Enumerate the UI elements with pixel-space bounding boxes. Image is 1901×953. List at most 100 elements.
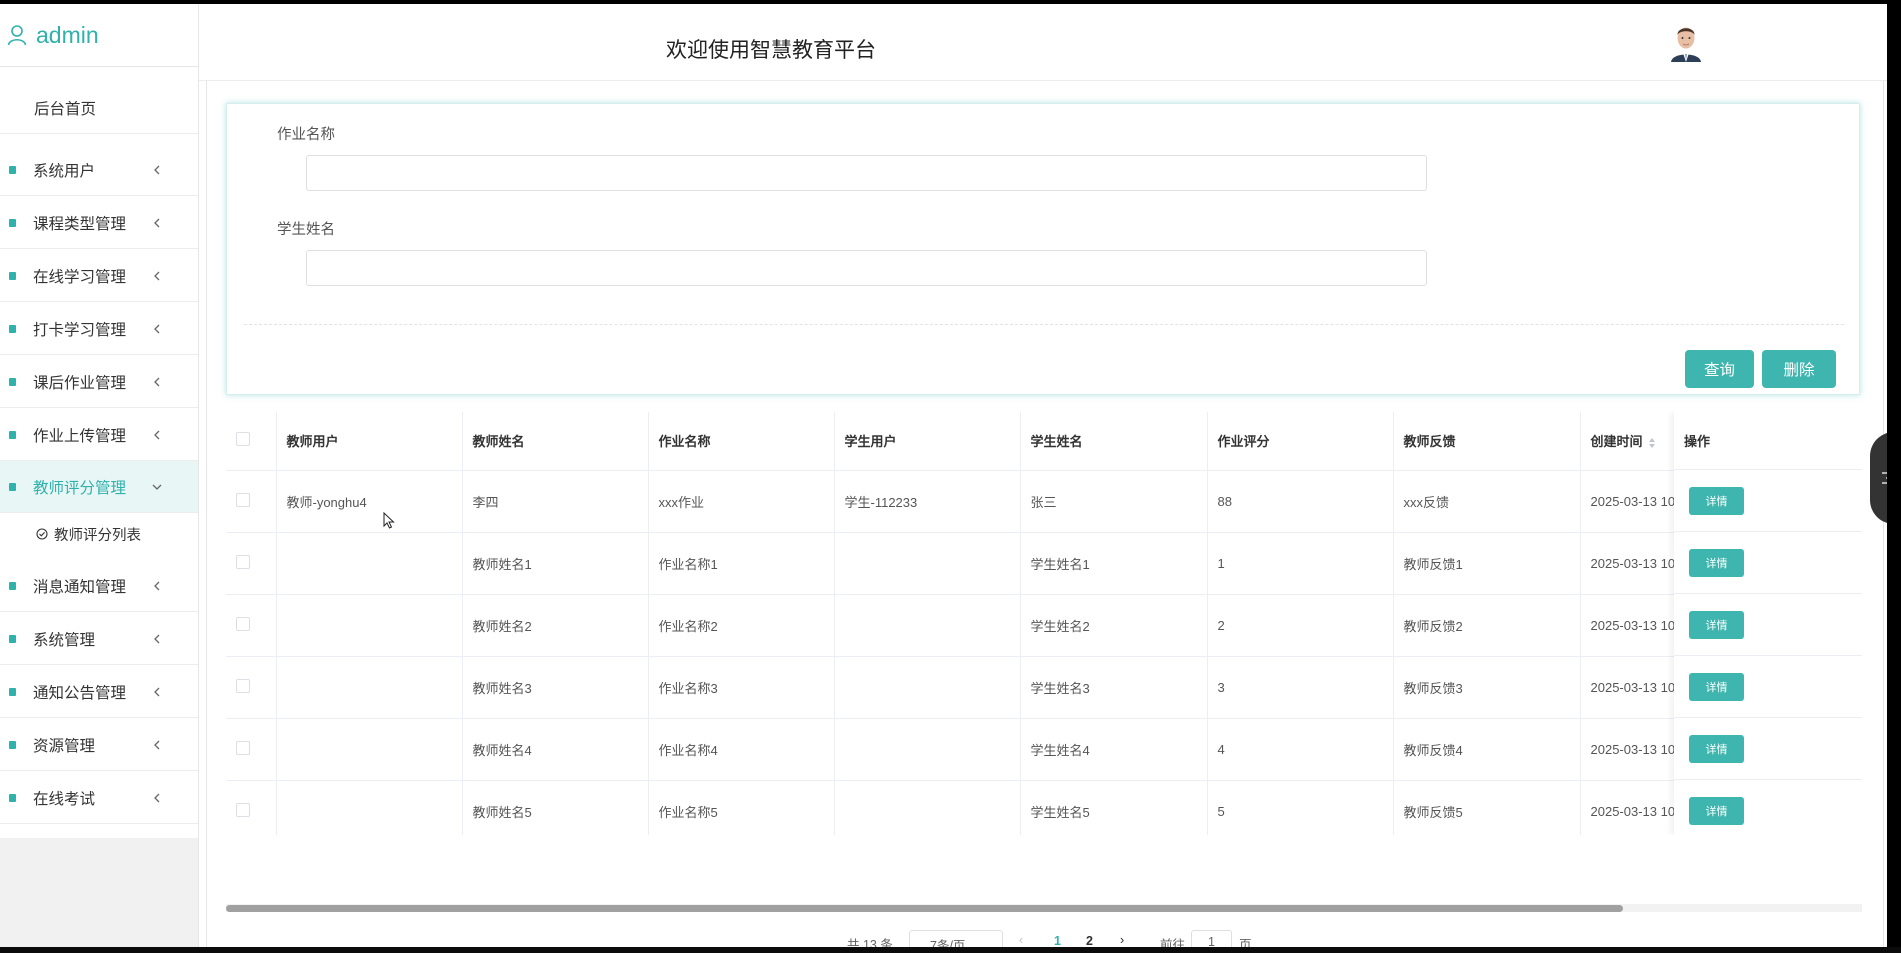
scrollbar-thumb[interactable] bbox=[226, 905, 1623, 912]
cell-teacher-user bbox=[276, 594, 463, 657]
sort-icon[interactable] bbox=[1648, 437, 1656, 449]
cell-created: 2025-03-13 10 bbox=[1580, 532, 1681, 595]
side-panel-toggle[interactable] bbox=[1870, 432, 1887, 524]
detail-button[interactable]: 详情 bbox=[1689, 548, 1744, 577]
sidebar-item-label: 课后作业管理 bbox=[33, 374, 127, 392]
chevron-left-icon bbox=[154, 634, 160, 643]
cell-student-user bbox=[834, 780, 1021, 835]
chevron-left-icon bbox=[154, 581, 160, 590]
sidebar-item-resources[interactable]: 资源管理 bbox=[0, 719, 198, 771]
page-number-1[interactable]: 1 bbox=[1054, 934, 1061, 947]
detail-button[interactable]: 详情 bbox=[1689, 610, 1744, 639]
row-select-cell[interactable] bbox=[226, 780, 277, 835]
row-checkbox[interactable] bbox=[236, 678, 250, 693]
goto-input[interactable]: 1 bbox=[1191, 930, 1232, 947]
select-all-checkbox[interactable] bbox=[236, 432, 250, 447]
chevron-left-icon bbox=[154, 740, 160, 749]
row-select-cell[interactable] bbox=[226, 656, 277, 719]
sidebar-item-home[interactable]: 后台首页 bbox=[0, 82, 198, 134]
goto-value: 1 bbox=[1208, 935, 1215, 947]
detail-button[interactable]: 详情 bbox=[1689, 734, 1744, 763]
sidebar-item-homework-upload[interactable]: 作业上传管理 bbox=[0, 409, 198, 461]
chevron-down-icon bbox=[152, 484, 162, 490]
cell-student-name: 张三 bbox=[1020, 470, 1208, 533]
col-header: 教师姓名 bbox=[462, 412, 649, 471]
table: 教师用户 教师姓名 作业名称 学生用户 学生姓名 作业评分 教师反馈 创建时间 … bbox=[226, 412, 1831, 835]
cell-homework: 作业名称2 bbox=[648, 594, 835, 657]
col-header: 教师用户 bbox=[276, 412, 463, 471]
cell-homework: xxx作业 bbox=[648, 470, 835, 533]
search-panel: 作业名称 学生姓名 查询 删除 bbox=[226, 103, 1860, 395]
row-checkbox[interactable] bbox=[236, 740, 250, 755]
cell-student-user bbox=[834, 656, 1021, 719]
row-checkbox[interactable] bbox=[236, 492, 250, 507]
row-select-cell[interactable] bbox=[226, 532, 277, 595]
sidebar-item-message-notice[interactable]: 消息通知管理 bbox=[0, 560, 198, 612]
chevron-left-icon bbox=[154, 271, 160, 280]
chevron-left-icon bbox=[154, 165, 160, 174]
cell-homework: 作业名称3 bbox=[648, 656, 835, 719]
brand-name: admin bbox=[36, 21, 99, 48]
sidebar-item-label: 打卡学习管理 bbox=[33, 321, 127, 339]
detail-button[interactable]: 详情 bbox=[1689, 672, 1744, 701]
cell-student-user: 学生-112233 bbox=[834, 470, 1021, 533]
cell-teacher-user bbox=[276, 718, 463, 781]
sidebar-item-label: 作业上传管理 bbox=[33, 427, 127, 445]
sidebar-item-homework[interactable]: 课后作业管理 bbox=[0, 356, 198, 408]
horizontal-scrollbar[interactable] bbox=[226, 904, 1862, 912]
avatar[interactable] bbox=[1666, 22, 1706, 62]
sidebar-subitem-label: 教师评分列表 bbox=[54, 527, 141, 544]
sidebar-item-teacher-rating[interactable]: 教师评分管理 bbox=[0, 461, 198, 513]
page-number-2[interactable]: 2 bbox=[1086, 934, 1093, 947]
cell-feedback: 教师反馈2 bbox=[1393, 594, 1581, 657]
sidebar-subitem-teacher-rating-list[interactable]: 教师评分列表 bbox=[0, 516, 198, 552]
sidebar-item-online-learning[interactable]: 在线学习管理 bbox=[0, 250, 198, 302]
homework-name-input[interactable] bbox=[306, 155, 1427, 191]
homework-name-label: 作业名称 bbox=[277, 127, 335, 143]
sidebar-item-course-types[interactable]: 课程类型管理 bbox=[0, 197, 198, 249]
cell-created: 2025-03-13 10 bbox=[1580, 718, 1681, 781]
cell-student-user bbox=[834, 594, 1021, 657]
row-checkbox[interactable] bbox=[236, 554, 250, 569]
student-name-input[interactable] bbox=[306, 250, 1427, 286]
col-header: 学生姓名 bbox=[1020, 412, 1208, 471]
sidebar-item-system-users[interactable]: 系统用户 bbox=[0, 144, 198, 196]
sidebar-item-label: 在线学习管理 bbox=[33, 268, 127, 286]
cell-created: 2025-03-13 10 bbox=[1580, 656, 1681, 719]
sidebar-item-label: 系统用户 bbox=[33, 162, 96, 180]
table-row: 教师姓名1 作业名称1 学生姓名1 1 教师反馈1 2025-03-13 10 bbox=[226, 532, 1831, 595]
prev-page-icon[interactable]: ‹ bbox=[1019, 933, 1023, 947]
next-page-icon[interactable]: › bbox=[1120, 933, 1124, 947]
chevron-left-icon bbox=[154, 377, 160, 386]
menu-dot-icon bbox=[9, 581, 16, 590]
menu-dot-icon bbox=[9, 687, 16, 696]
col-header-created[interactable]: 创建时间 bbox=[1580, 412, 1681, 471]
table-row: 教师姓名5 作业名称5 学生姓名5 5 教师反馈5 2025-03-13 10 bbox=[226, 780, 1831, 835]
row-select-cell[interactable] bbox=[226, 718, 277, 781]
chevron-left-icon bbox=[154, 430, 160, 439]
operations-cell: 详情 bbox=[1674, 656, 1862, 718]
sidebar-item-checkin-learning[interactable]: 打卡学习管理 bbox=[0, 303, 198, 355]
cell-teacher-user bbox=[276, 656, 463, 719]
mouse-cursor-icon bbox=[383, 512, 395, 529]
table-row: 教师姓名2 作业名称2 学生姓名2 2 教师反馈2 2025-03-13 10 bbox=[226, 594, 1831, 657]
row-select-cell[interactable] bbox=[226, 470, 277, 533]
cell-created: 2025-03-13 10 bbox=[1580, 470, 1681, 533]
row-checkbox[interactable] bbox=[236, 802, 250, 817]
menu-dot-icon bbox=[9, 740, 16, 749]
row-select-cell[interactable] bbox=[226, 594, 277, 657]
cell-student-name: 学生姓名1 bbox=[1020, 532, 1208, 595]
sidebar-item-system[interactable]: 系统管理 bbox=[0, 613, 198, 665]
select-all-cell[interactable] bbox=[226, 412, 277, 471]
sidebar-item-announcements[interactable]: 通知公告管理 bbox=[0, 666, 198, 718]
col-header: 学生用户 bbox=[834, 412, 1021, 471]
detail-button[interactable]: 详情 bbox=[1689, 796, 1744, 825]
row-checkbox[interactable] bbox=[236, 616, 250, 631]
query-button[interactable]: 查询 bbox=[1685, 350, 1754, 388]
page-size-select[interactable]: 7条/页 bbox=[909, 930, 1003, 947]
cell-homework: 作业名称1 bbox=[648, 532, 835, 595]
sidebar-item-online-exam[interactable]: 在线考试 bbox=[0, 772, 198, 824]
detail-button[interactable]: 详情 bbox=[1689, 486, 1744, 515]
delete-button[interactable]: 删除 bbox=[1762, 350, 1836, 388]
chevron-left-icon bbox=[154, 324, 160, 333]
